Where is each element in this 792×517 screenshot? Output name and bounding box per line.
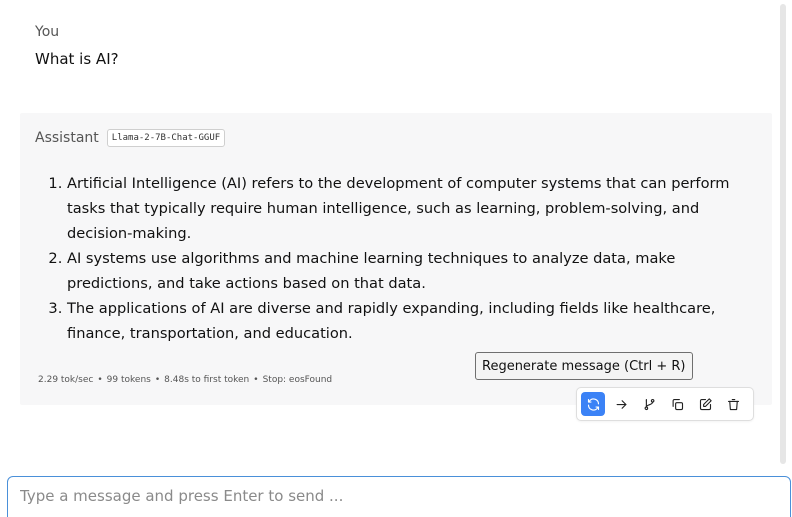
regenerate-button[interactable]: [581, 392, 605, 416]
message-actions-toolbar: [576, 387, 754, 421]
user-message: You What is AI?: [35, 24, 119, 68]
answer-item: AI systems use algorithms and machine le…: [67, 246, 747, 296]
stat-separator: •: [253, 375, 259, 385]
assistant-role-label: Assistant: [35, 130, 99, 146]
stat-tokens: 99 tokens: [106, 375, 151, 385]
copy-button[interactable]: [665, 392, 689, 416]
stat-stop: Stop: eosFound: [262, 375, 333, 385]
chat-window: You What is AI? Assistant Llama-2-7B-Cha…: [0, 0, 792, 517]
regenerate-tooltip: Regenerate message (Ctrl + R): [475, 352, 693, 380]
trash-icon: [727, 398, 739, 410]
delete-button[interactable]: [721, 392, 745, 416]
stat-separator: •: [154, 375, 161, 385]
answer-item: The applications of AI are diverse and r…: [67, 296, 747, 346]
model-badge: Llama-2-7B-Chat-GGUF: [106, 129, 226, 147]
stat-first-token: 8.48s to first token: [164, 375, 250, 385]
answer-item: Artificial Intelligence (AI) refers to t…: [67, 171, 747, 246]
answer-list: Artificial Intelligence (AI) refers to t…: [26, 171, 747, 346]
scrollbar[interactable]: [780, 4, 786, 464]
stat-separator: •: [97, 375, 103, 385]
refresh-icon: [587, 397, 599, 411]
assistant-header: Assistant Llama-2-7B-Chat-GGUF: [35, 129, 226, 147]
generation-stats: 2.29 tok/sec • 99 tokens • 8.48s to firs…: [38, 375, 332, 385]
message-composer: [7, 476, 791, 517]
edit-icon: [699, 397, 712, 410]
edit-button[interactable]: [693, 392, 717, 416]
copy-icon: [672, 398, 683, 410]
continue-button[interactable]: [609, 392, 633, 416]
branch-icon: [644, 398, 654, 410]
arrow-right-icon: [616, 399, 626, 409]
user-role-label: You: [35, 24, 60, 40]
stat-speed: 2.29 tok/sec: [38, 375, 94, 385]
branch-button[interactable]: [637, 392, 661, 416]
message-input[interactable]: [8, 477, 790, 517]
user-message-text: What is AI?: [35, 50, 119, 68]
